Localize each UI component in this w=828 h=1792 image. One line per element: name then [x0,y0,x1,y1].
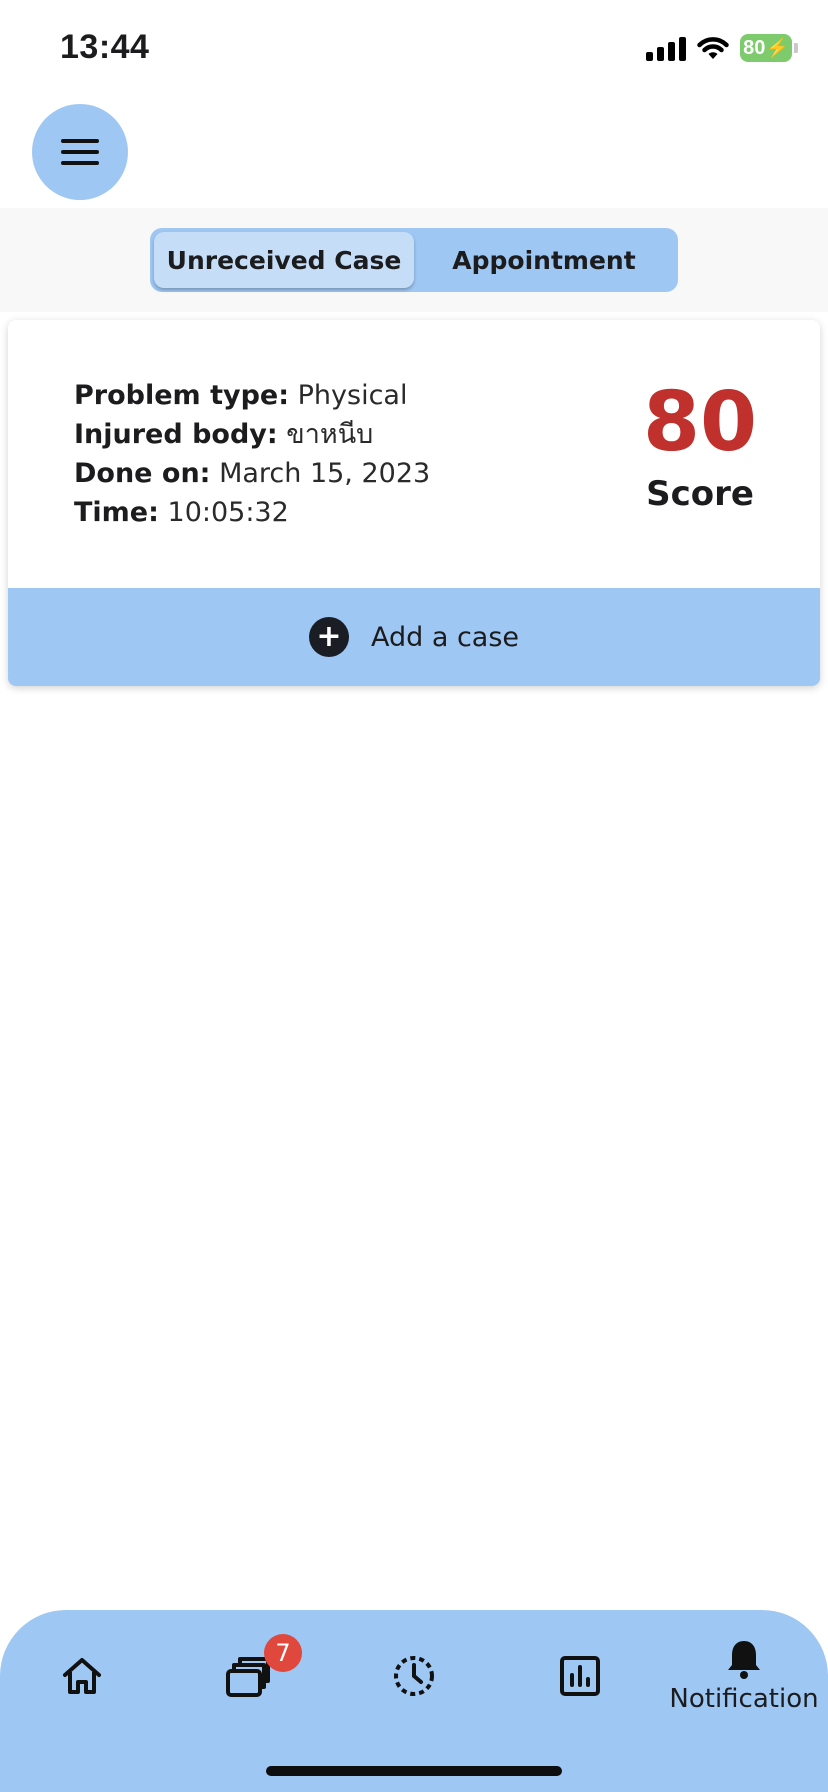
home-indicator [266,1766,562,1776]
notification-badge: 7 [264,1634,302,1672]
history-clock-icon [394,1656,434,1696]
plus-circle-icon: + [308,617,349,657]
injured-body-row: Injured body: ขาหนีบ [74,415,430,454]
nav-cases[interactable]: 7 [178,1628,318,1724]
problem-type-row: Problem type: Physical [74,376,430,415]
nav-statistics[interactable] [510,1628,650,1724]
status-time: 13:44 [60,28,150,66]
tab-appointment[interactable]: Appointment [414,232,674,288]
add-case-label: Add a case [370,621,520,653]
add-case-button[interactable]: + Add a case [8,588,820,686]
problem-type-value: Physical [297,380,408,411]
case-details: Problem type: Physical Injured body: ขาห… [74,376,430,532]
tab-unreceived-case[interactable]: Unreceived Case [154,232,414,288]
tab-bar-area: Unreceived Case Appointment [0,208,828,312]
score-value: 80 [642,375,758,470]
battery-level: 80 [743,36,766,59]
time-label: Time: [74,497,159,528]
home-icon [63,1658,101,1694]
problem-type-label: Problem type: [74,380,290,411]
time-row: Time: 10:05:32 [74,493,430,532]
case-card[interactable]: Problem type: Physical Injured body: ขาห… [8,320,820,686]
status-bar: 13:44 80 ⚡ [0,0,828,100]
nav-history[interactable] [344,1628,484,1724]
score-label: Score [646,474,754,514]
done-on-row: Done on: March 15, 2023 [74,454,430,493]
hamburger-menu-icon [61,139,99,165]
score-block: 80 Score [630,375,770,515]
wifi-icon [697,37,729,59]
bell-icon [728,1641,760,1679]
segmented-control: Unreceived Case Appointment [150,228,678,292]
nav-notification[interactable]: Notification [669,1628,819,1724]
cellular-signal-icon [646,35,686,61]
status-icons: 80 ⚡ [646,34,798,62]
time-value: 10:05:32 [167,497,289,528]
nav-notification-label: Notification [669,1684,819,1714]
nav-home[interactable] [12,1628,152,1724]
done-on-label: Done on: [74,458,211,489]
app-screen: 13:44 80 ⚡ Unreceived Case Appointment P… [0,0,828,1792]
menu-button[interactable] [32,104,128,200]
charging-bolt-icon: ⚡ [766,37,789,58]
injured-body-value: ขาหนีบ [286,419,374,450]
injured-body-label: Injured body: [74,419,278,450]
chart-icon [560,1656,600,1696]
done-on-value: March 15, 2023 [219,458,431,489]
bottom-navigation: 7 Notification [0,1610,828,1792]
battery-icon: 80 ⚡ [740,34,798,62]
